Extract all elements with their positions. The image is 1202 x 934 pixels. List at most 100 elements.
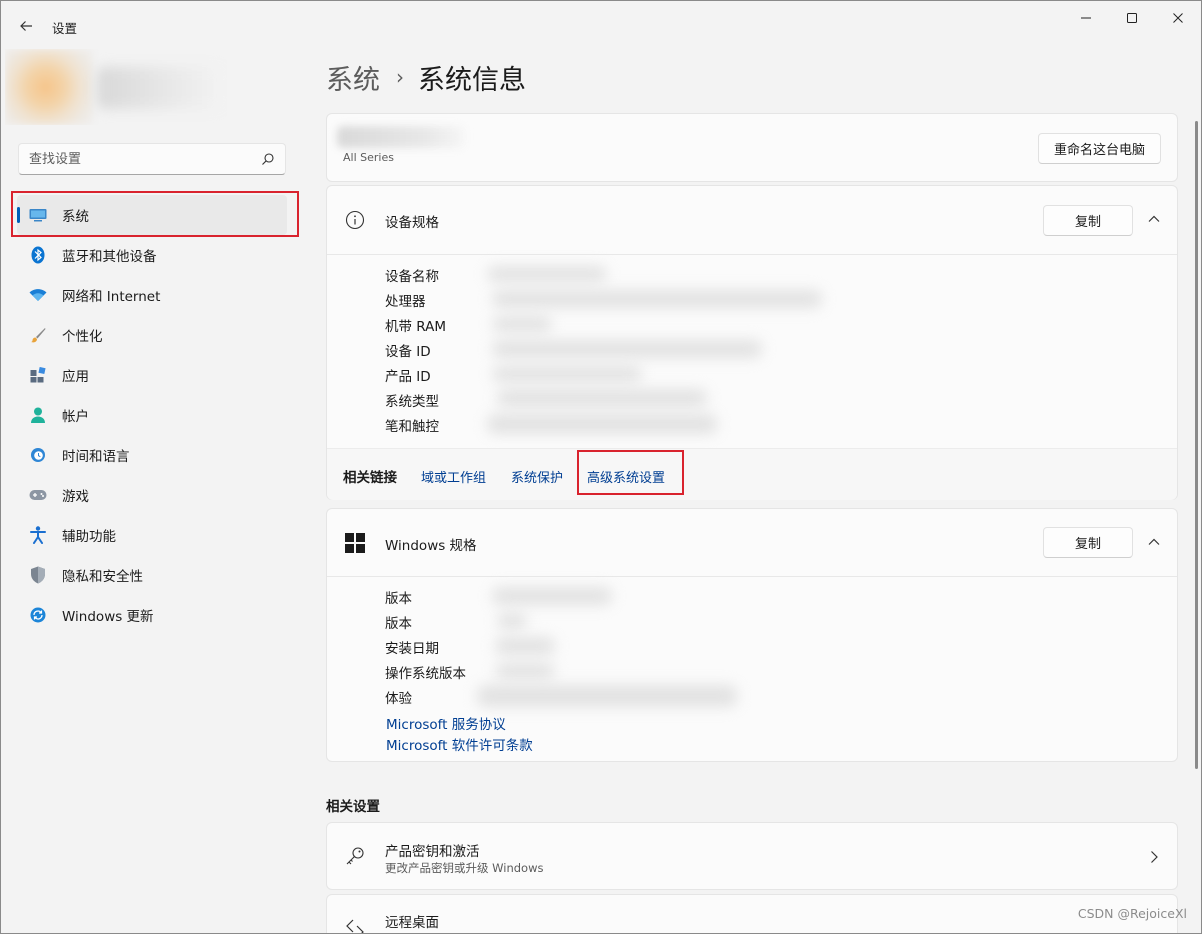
sidebar-item-gaming[interactable]: 游戏	[17, 475, 287, 515]
settings-row-remote-desktop[interactable]: 远程桌面	[326, 894, 1178, 933]
wifi-icon	[29, 286, 47, 304]
remote-desktop-icon	[346, 919, 364, 933]
spec-value-redacted	[495, 637, 555, 655]
sidebar-item-label: 应用	[62, 369, 89, 385]
chevron-right-icon	[1151, 851, 1158, 863]
spec-value-redacted	[492, 587, 612, 605]
sidebar-item-label: Windows 更新	[62, 609, 154, 625]
account-icon	[29, 406, 47, 424]
sidebar-item-network[interactable]: 网络和 Internet	[17, 275, 287, 315]
close-button[interactable]	[1155, 1, 1201, 35]
minimize-button[interactable]	[1063, 1, 1109, 35]
sidebar-item-accessibility[interactable]: 辅助功能	[17, 515, 287, 555]
sidebar-item-label: 个性化	[62, 329, 103, 345]
link-microsoft-license-terms[interactable]: Microsoft 软件许可条款	[386, 734, 533, 754]
close-icon	[1173, 13, 1183, 23]
spec-label-version: 版本	[385, 616, 412, 632]
key-icon	[346, 847, 364, 865]
spec-label-ram: 机带 RAM	[385, 319, 447, 335]
spec-value-redacted	[492, 290, 822, 308]
search-input[interactable]	[19, 151, 249, 167]
minimize-icon	[1081, 17, 1091, 19]
link-advanced-system-settings[interactable]: 高级系统设置	[587, 467, 665, 486]
spec-value-redacted	[492, 316, 552, 332]
windows-logo-icon	[345, 533, 365, 553]
spec-label-experience: 体验	[385, 691, 412, 707]
copy-device-specs-button[interactable]: 复制	[1043, 205, 1133, 236]
maximize-icon	[1127, 13, 1137, 23]
sidebar-item-bluetooth[interactable]: 蓝牙和其他设备	[17, 235, 287, 275]
bluetooth-icon	[29, 246, 47, 264]
device-specs-card: 设备规格 复制 设备名称 处理器 机带 RAM 设备 ID 产品 ID 系统类型…	[326, 185, 1178, 500]
watermark: CSDN @RejoiceXl	[1077, 906, 1187, 921]
search-box[interactable]	[18, 143, 286, 175]
spec-label-product-id: 产品 ID	[385, 369, 431, 385]
rename-pc-button[interactable]: 重命名这台电脑	[1037, 133, 1161, 164]
pc-name-card: All Series 重命名这台电脑	[326, 113, 1178, 182]
sidebar-item-label: 帐户	[62, 409, 89, 425]
sidebar-item-label: 辅助功能	[62, 529, 116, 545]
windows-update-icon	[29, 606, 47, 624]
divider	[327, 254, 1177, 255]
breadcrumb-separator: ›	[396, 65, 404, 89]
link-microsoft-services-agreement[interactable]: Microsoft 服务协议	[386, 713, 506, 733]
user-profile[interactable]	[5, 49, 227, 125]
avatar	[5, 49, 93, 125]
spec-label-processor: 处理器	[385, 294, 426, 310]
maximize-button[interactable]	[1109, 1, 1155, 35]
accessibility-icon	[29, 526, 47, 544]
spec-label-os-build: 操作系统版本	[385, 666, 466, 682]
link-system-protection[interactable]: 系统保护	[511, 467, 563, 486]
product-key-title: 产品密钥和激活	[385, 844, 480, 860]
spec-value-redacted	[492, 366, 642, 382]
spec-value-redacted	[497, 613, 527, 629]
spec-label-device-name: 设备名称	[385, 269, 439, 285]
user-name-redacted	[97, 67, 225, 109]
sidebar-item-label: 蓝牙和其他设备	[62, 249, 157, 265]
sidebar-item-apps[interactable]: 应用	[17, 355, 287, 395]
spec-value-redacted	[495, 663, 555, 679]
sidebar-item-label: 时间和语言	[62, 449, 130, 465]
windows-specs-card: Windows 规格 复制 版本 版本 安装日期 操作系统版本 体验 Micro…	[326, 508, 1178, 762]
settings-row-product-key[interactable]: 产品密钥和激活 更改产品密钥或升级 Windows	[326, 822, 1178, 890]
related-links-bar: 相关链接 域或工作组 系统保护 高级系统设置	[327, 448, 1177, 500]
sidebar-item-label: 隐私和安全性	[62, 569, 143, 585]
breadcrumb: 系统 › 系统信息	[326, 57, 526, 97]
scrollbar[interactable]	[1195, 121, 1198, 769]
sidebar-item-time-language[interactable]: 时间和语言	[17, 435, 287, 475]
sidebar-item-accounts[interactable]: 帐户	[17, 395, 287, 435]
spec-label-device-id: 设备 ID	[385, 344, 431, 360]
back-button[interactable]	[13, 13, 39, 39]
spec-value-redacted	[487, 414, 717, 434]
windows-specs-header[interactable]: Windows 规格 复制	[327, 509, 1177, 577]
app-title: 设置	[52, 21, 78, 36]
copy-windows-specs-button[interactable]: 复制	[1043, 527, 1133, 558]
windows-specs-title: Windows 规格	[385, 538, 477, 554]
spec-value-redacted	[492, 340, 762, 358]
product-key-subtitle: 更改产品密钥或升级 Windows	[385, 861, 544, 875]
breadcrumb-parent[interactable]: 系统	[326, 58, 380, 97]
sidebar-item-system[interactable]: 系统	[17, 195, 287, 235]
sidebar-nav: 系统 蓝牙和其他设备 网络和 Internet 个性化 应用 帐户 时间和语言 …	[17, 195, 287, 635]
link-domain-workgroup[interactable]: 域或工作组	[421, 467, 486, 486]
chevron-up-icon[interactable]	[1147, 535, 1161, 549]
spec-value-redacted	[477, 685, 737, 707]
sidebar-item-personalization[interactable]: 个性化	[17, 315, 287, 355]
device-specs-title: 设备规格	[385, 215, 439, 231]
system-icon	[29, 206, 47, 224]
search-icon[interactable]	[261, 152, 275, 166]
sidebar-item-windows-update[interactable]: Windows 更新	[17, 595, 287, 635]
spec-label-pen-touch: 笔和触控	[385, 419, 439, 435]
spec-value-redacted	[487, 266, 607, 282]
related-links-title: 相关链接	[343, 470, 397, 486]
sidebar-item-label: 网络和 Internet	[62, 289, 161, 305]
gamepad-icon	[29, 486, 47, 504]
spec-label-edition: 版本	[385, 591, 412, 607]
sidebar-item-privacy[interactable]: 隐私和安全性	[17, 555, 287, 595]
device-specs-header[interactable]: 设备规格 复制	[327, 186, 1177, 254]
related-settings-title: 相关设置	[326, 799, 380, 815]
chevron-up-icon[interactable]	[1147, 212, 1161, 226]
page-title: 系统信息	[418, 64, 526, 96]
info-icon	[345, 210, 365, 230]
sidebar-item-label: 游戏	[62, 489, 89, 505]
